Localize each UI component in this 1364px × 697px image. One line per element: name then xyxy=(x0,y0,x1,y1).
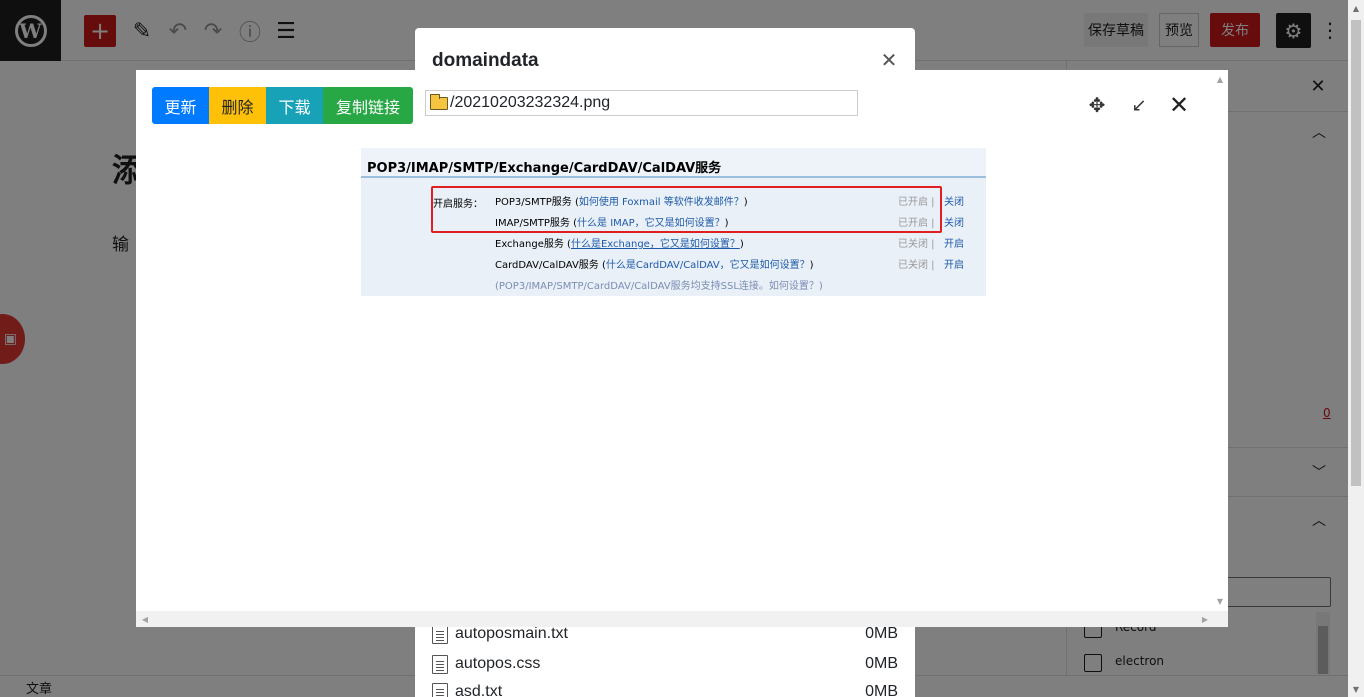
preview-highlight-box xyxy=(431,186,942,233)
preview-image-title: POP3/IMAP/SMTP/Exchange/CardDAV/CalDAV服务 xyxy=(367,161,722,176)
file-size: 0MB xyxy=(865,655,898,672)
download-button[interactable]: 下载 xyxy=(266,87,323,124)
move-arrows-icon: ✥ xyxy=(1088,93,1106,117)
minimize-button[interactable]: ↙ xyxy=(1128,94,1150,116)
preview-service-row: Exchange服务 (什么是Exchange，它又是如何设置？) xyxy=(495,235,744,250)
file-icon xyxy=(432,654,448,674)
delete-button[interactable]: 删除 xyxy=(209,87,266,124)
folder-icon xyxy=(430,93,448,110)
copy-link-button[interactable]: 复制链接 xyxy=(323,87,413,124)
file-manager-close-button[interactable]: ✕ xyxy=(879,48,899,72)
service-status: 已关闭 | xyxy=(898,239,935,250)
preview-ssl-note: (POP3/IMAP/SMTP/CardDAV/CalDAV服务均支持SSL连接… xyxy=(495,281,823,292)
file-size: 0MB xyxy=(865,683,898,697)
move-button[interactable]: ✥ xyxy=(1085,93,1109,117)
scroll-up-arrow-icon[interactable]: ▲ xyxy=(1214,73,1226,85)
file-icon xyxy=(432,624,448,644)
service-action: 关闭 xyxy=(944,197,964,208)
file-name: autopos.css xyxy=(455,655,541,672)
preview-service-row: CardDAV/CalDAV服务 (什么是CardDAV/CalDAV，它又是如… xyxy=(495,256,814,271)
service-help-link: 什么是Exchange，它又是如何设置？ xyxy=(570,239,740,250)
file-path-text: /20210203232324.png xyxy=(450,94,611,111)
scroll-left-arrow-icon[interactable]: ◀ xyxy=(139,613,151,625)
file-size: 0MB xyxy=(865,625,898,642)
service-status: 已关闭 | xyxy=(898,260,935,271)
scroll-down-arrow-icon[interactable]: ▼ xyxy=(1348,681,1364,697)
scroll-right-arrow-icon[interactable]: ▶ xyxy=(1199,613,1211,625)
service-help-link: 什么是CardDAV/CalDAV，它又是如何设置？ xyxy=(605,260,810,271)
service-action: 关闭 xyxy=(944,218,964,229)
service-name: Exchange服务 ( xyxy=(495,239,571,250)
viewer-close-button[interactable]: ✕ xyxy=(1166,91,1192,119)
service-action: 开启 xyxy=(944,260,964,271)
viewer-horizontal-scrollbar[interactable] xyxy=(136,611,1228,627)
file-path-field[interactable]: /20210203232324.png xyxy=(425,90,858,116)
service-name: CardDAV/CalDAV服务 ( xyxy=(495,260,606,271)
scroll-up-arrow-icon[interactable]: ▲ xyxy=(1348,0,1364,16)
close-icon: ✕ xyxy=(1168,91,1190,119)
service-action: 开启 xyxy=(944,239,964,250)
service-paren: ) xyxy=(809,260,814,271)
viewer-vertical-scrollbar[interactable] xyxy=(1212,70,1228,611)
scroll-down-arrow-icon[interactable]: ▼ xyxy=(1214,595,1226,607)
file-name: asd.txt xyxy=(455,683,503,697)
page-scroll-thumb[interactable] xyxy=(1351,20,1361,486)
file-manager-title: domaindata xyxy=(432,50,539,71)
file-name: autoposmain.txt xyxy=(455,625,568,642)
service-paren: ) xyxy=(739,239,744,250)
update-button[interactable]: 更新 xyxy=(152,87,209,124)
file-icon xyxy=(432,683,448,697)
arrow-down-left-icon: ↙ xyxy=(1131,94,1147,116)
file-row[interactable]: autopos.css 0MB xyxy=(432,649,898,679)
close-icon: ✕ xyxy=(880,48,898,72)
file-row[interactable]: asd.txt 0MB xyxy=(432,679,898,697)
